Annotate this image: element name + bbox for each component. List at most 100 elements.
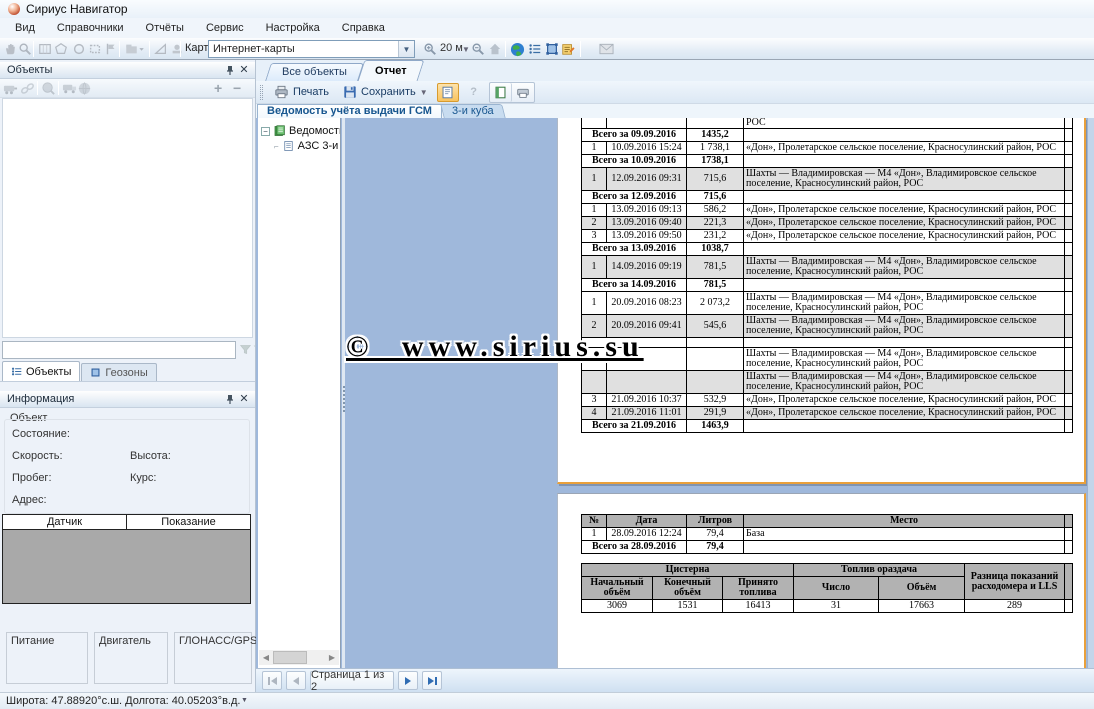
objects-panel-header: Объекты ✕ [0,62,255,79]
flag-icon[interactable] [103,41,119,57]
column-header: № [582,515,607,528]
prev-page-button[interactable] [286,671,306,690]
scroll-left-icon[interactable]: ◀ [259,650,273,665]
object-list-icon[interactable] [527,41,543,57]
page-view-button[interactable] [490,83,512,102]
tree-expander-icon[interactable]: − [261,127,270,136]
sensor-col-header[interactable]: Показание [127,515,250,529]
pin-icon[interactable] [223,393,237,406]
sidebar-tab-objects[interactable]: Объекты [2,361,80,381]
sidebar-tab-geozones[interactable]: Геозоны [81,363,156,381]
tab-report[interactable]: Отчет [361,60,421,81]
print-button[interactable]: Печать [269,84,334,100]
report-tab-vedomost[interactable]: Ведомость учёта выдачи ГСМ [257,104,442,118]
mail-icon[interactable] [598,41,614,57]
zoom-in-icon[interactable] [422,41,438,57]
filter-clear-icon[interactable] [252,343,255,356]
globe-search-icon[interactable] [41,81,56,96]
stamp-icon[interactable] [169,41,185,57]
pager-bar: Страница 1 из 2 [256,668,1094,692]
menu-item-отчёты[interactable]: Отчёты [135,18,195,38]
menu-item-справка[interactable]: Справка [331,18,396,38]
close-icon[interactable]: ✕ [237,393,251,406]
info-panel-header: Информация ✕ [0,391,255,408]
home-icon[interactable] [487,41,503,57]
objects-list[interactable] [2,98,253,338]
status-caret-icon[interactable]: ▼ [241,697,248,704]
fuel-issue-table-page2: №ДатаЛитровМесто128.09.2016 12:2479,4Баз… [581,514,1073,554]
info-panel-title: Информация [7,393,74,405]
expand-all-icon[interactable]: + [214,80,222,96]
objects-filter-input[interactable] [2,341,236,359]
scroll-right-icon[interactable]: ▶ [325,650,339,665]
help-button[interactable]: ? [463,83,485,102]
report-viewport[interactable]: РОСВсего за 09.09.20161435,2110.09.2016 … [345,118,1094,668]
zoom-out-icon[interactable] [470,41,486,57]
cell-place [744,243,1065,256]
tab-all-objects[interactable]: Все объекты [268,63,361,81]
menu-item-вид[interactable]: Вид [4,18,46,38]
collapse-all-icon[interactable]: − [233,80,241,96]
sidebar-tab-bar: Объекты Геозоны [0,362,255,382]
print-layout-button[interactable] [512,83,534,102]
tree-item-child[interactable]: ⌐ АЗС 3-и куба [274,140,341,152]
report-tab-cube[interactable]: 3-и куба [442,104,504,118]
close-icon[interactable]: ✕ [237,64,251,77]
chevron-down-icon[interactable]: ▼ [398,41,414,57]
save-dropdown-icon[interactable]: ▼ [420,88,428,97]
cell-num: 1 [582,292,607,315]
summary-group-header-row: ЦистернаТоплив ораздачаРазница показаний… [582,564,1073,577]
summary-value: 1531 [653,600,723,613]
first-page-button[interactable] [262,671,282,690]
report-total-row: Всего за 10.09.20161738,1 [582,155,1073,168]
cell-extra [1065,217,1073,230]
vehicle-message-icon[interactable] [62,81,77,96]
column-header: Объём [879,577,965,600]
report-v-scrollbar[interactable] [1087,118,1094,668]
cell-liters: 1 738,1 [687,142,744,155]
cell-place: Шахты — Владимировская — М4 «Дон», Влади… [744,371,1065,394]
polygon-select-icon[interactable] [53,41,69,57]
ruler-icon[interactable] [153,41,169,57]
cell-extra [1065,315,1073,338]
tab-label: Все объекты [282,66,347,78]
cell-place [744,191,1065,204]
next-page-button[interactable] [398,671,418,690]
tree-item-root[interactable]: − Ведомость учёта выдачи ГСМ [261,125,341,137]
geozone-icon[interactable] [544,41,560,57]
pin-icon[interactable] [223,64,237,77]
toggle-parameters-button[interactable] [437,83,459,102]
last-page-button[interactable] [422,671,442,690]
link-icon[interactable] [20,81,35,96]
filter-icon[interactable] [239,343,252,356]
menu-item-настройка[interactable]: Настройка [255,18,331,38]
cell-total-label: Всего за 09.09.2016 [582,129,687,142]
add-vehicle-icon[interactable] [3,81,18,96]
layers-dropdown-icon[interactable] [124,41,146,57]
sensor-col-header[interactable]: Датчик [3,515,127,529]
document-panel-icon [441,86,454,99]
menu-item-сервис[interactable]: Сервис [195,18,255,38]
map-area-icon[interactable] [37,41,53,57]
zoom-scale-value[interactable]: 20 м [440,42,463,54]
cell-extra [1065,420,1073,433]
tree-h-scrollbar[interactable]: ◀ ▶ [259,650,339,665]
menu-item-справочники[interactable]: Справочники [46,18,135,38]
pan-hand-icon[interactable] [2,41,18,57]
cell-num: 3 [582,394,607,407]
rect-select-icon[interactable] [87,41,103,57]
zoom-select-icon[interactable] [17,41,33,57]
glonass-gps-label: ГЛОНАСС/GPS [179,635,257,647]
save-button[interactable]: Сохранить ▼ [338,84,433,100]
zoom-scale-caret-icon[interactable]: ▼ [462,45,470,54]
cell-place [744,129,1065,142]
map-select[interactable]: Интернет-карты ▼ [208,40,415,58]
cell-extra [1065,338,1073,348]
notes-edit-icon[interactable] [560,41,576,57]
engine-groupbox: Двигатель [94,632,168,684]
globe-icon[interactable] [509,41,525,57]
toolbar-separator [37,81,38,95]
scroll-thumb[interactable] [273,651,307,664]
globe-small-icon[interactable] [77,81,92,96]
circle-select-icon[interactable] [71,41,87,57]
